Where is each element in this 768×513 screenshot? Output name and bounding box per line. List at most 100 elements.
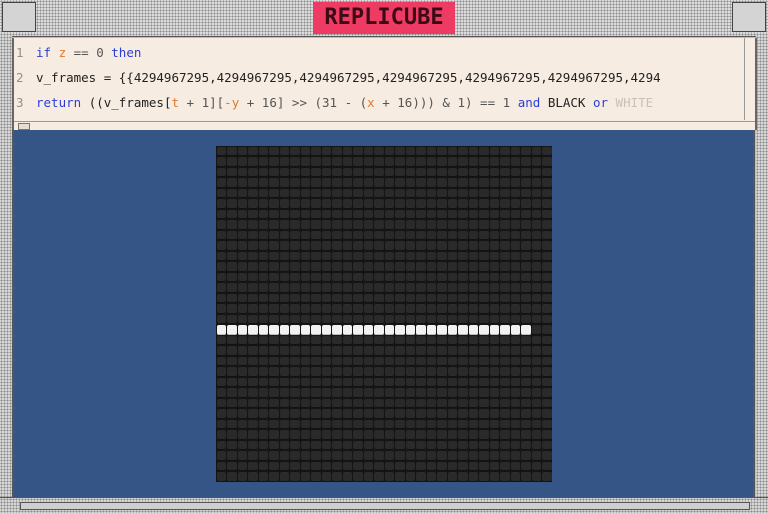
- voxel-black: [258, 346, 268, 356]
- voxel-black: [332, 262, 342, 272]
- voxel-black: [437, 146, 447, 156]
- voxel-black: [248, 335, 258, 345]
- voxel-black: [216, 398, 226, 408]
- voxel-black: [300, 220, 310, 230]
- voxel-black: [353, 367, 363, 377]
- voxel-black: [269, 419, 279, 429]
- voxel-black: [374, 157, 384, 167]
- voxel-black: [237, 304, 247, 314]
- voxel-black: [216, 314, 226, 324]
- voxel-black: [521, 335, 531, 345]
- voxel-black: [269, 461, 279, 471]
- voxel-black: [290, 272, 300, 282]
- voxel-black: [332, 314, 342, 324]
- voxel-black: [437, 251, 447, 261]
- voxel-black: [489, 220, 499, 230]
- voxel-black: [521, 356, 531, 366]
- voxel-black: [258, 241, 268, 251]
- voxel-black: [300, 251, 310, 261]
- code-token: and: [517, 95, 548, 110]
- voxel-black: [489, 272, 499, 282]
- voxel-black: [227, 157, 237, 167]
- voxel-black: [426, 377, 436, 387]
- voxel-black: [248, 241, 258, 251]
- voxel-black: [489, 377, 499, 387]
- voxel-black: [332, 272, 342, 282]
- window-corner-left[interactable]: [2, 2, 36, 32]
- voxel-black: [531, 314, 541, 324]
- voxel-black: [374, 230, 384, 240]
- voxel-black: [426, 314, 436, 324]
- voxel-black: [332, 199, 342, 209]
- voxel-black: [531, 283, 541, 293]
- voxel-black: [227, 293, 237, 303]
- voxel-black: [510, 146, 520, 156]
- voxel-cube-face[interactable]: [216, 146, 552, 482]
- code-editor[interactable]: 1 if z == 0 then 2 v_frames = {{4294967295…: [12, 38, 757, 130]
- code-line[interactable]: 2 v_frames = {{4294967295,4294967295,429…: [14, 65, 755, 90]
- voxel-black: [521, 388, 531, 398]
- voxel-black: [321, 262, 331, 272]
- voxel-black: [447, 230, 457, 240]
- voxel-black: [531, 293, 541, 303]
- voxel-black: [405, 178, 415, 188]
- voxel-black: [290, 251, 300, 261]
- code-line[interactable]: 1 if z == 0 then: [14, 40, 755, 65]
- horizontal-scrollbar[interactable]: [14, 121, 755, 130]
- voxel-black: [384, 377, 394, 387]
- voxel-black: [542, 188, 552, 198]
- voxel-black: [416, 167, 426, 177]
- voxel-black: [258, 167, 268, 177]
- voxel-black: [258, 283, 268, 293]
- voxel-black: [395, 461, 405, 471]
- voxel-black: [458, 419, 468, 429]
- voxel-black: [531, 346, 541, 356]
- voxel-black: [426, 356, 436, 366]
- voxel-black: [510, 304, 520, 314]
- voxel-black: [363, 262, 373, 272]
- code-token: t: [171, 95, 180, 110]
- voxel-black: [216, 188, 226, 198]
- voxel-black: [374, 388, 384, 398]
- bottom-scroll-track[interactable]: [20, 502, 750, 510]
- voxel-black: [521, 293, 531, 303]
- voxel-black: [311, 157, 321, 167]
- voxel-black: [521, 178, 531, 188]
- voxel-black: [542, 304, 552, 314]
- voxel-black: [447, 377, 457, 387]
- voxel-black: [216, 157, 226, 167]
- voxel-black: [500, 367, 510, 377]
- voxel-black: [500, 346, 510, 356]
- voxel-black: [395, 146, 405, 156]
- voxel-black: [311, 199, 321, 209]
- voxel-black: [290, 398, 300, 408]
- voxel-black: [300, 335, 310, 345]
- voxel-white: [384, 325, 394, 335]
- voxel-black: [321, 356, 331, 366]
- voxel-black: [447, 188, 457, 198]
- voxel-black: [332, 440, 342, 450]
- code-line[interactable]: 3 return ((v_frames[t + 1][-y + 16] >> (…: [14, 90, 755, 115]
- voxel-black: [279, 188, 289, 198]
- voxel-black: [353, 409, 363, 419]
- voxel-black: [416, 241, 426, 251]
- voxel-black: [458, 178, 468, 188]
- voxel-black: [321, 188, 331, 198]
- voxel-black: [500, 251, 510, 261]
- voxel-black: [248, 146, 258, 156]
- voxel-black: [531, 419, 541, 429]
- window-corner-right[interactable]: [732, 2, 766, 32]
- voxel-black: [405, 314, 415, 324]
- voxel-black: [342, 409, 352, 419]
- voxel-black: [332, 461, 342, 471]
- voxel-black: [479, 367, 489, 377]
- voxel-black: [248, 272, 258, 282]
- voxel-black: [416, 262, 426, 272]
- voxel-black: [279, 346, 289, 356]
- title-bar: REPLICUBE: [0, 0, 768, 37]
- voxel-black: [447, 262, 457, 272]
- scrollbar-thumb[interactable]: [18, 123, 30, 130]
- voxel-black: [342, 440, 352, 450]
- voxel-black: [353, 293, 363, 303]
- voxel-black: [479, 157, 489, 167]
